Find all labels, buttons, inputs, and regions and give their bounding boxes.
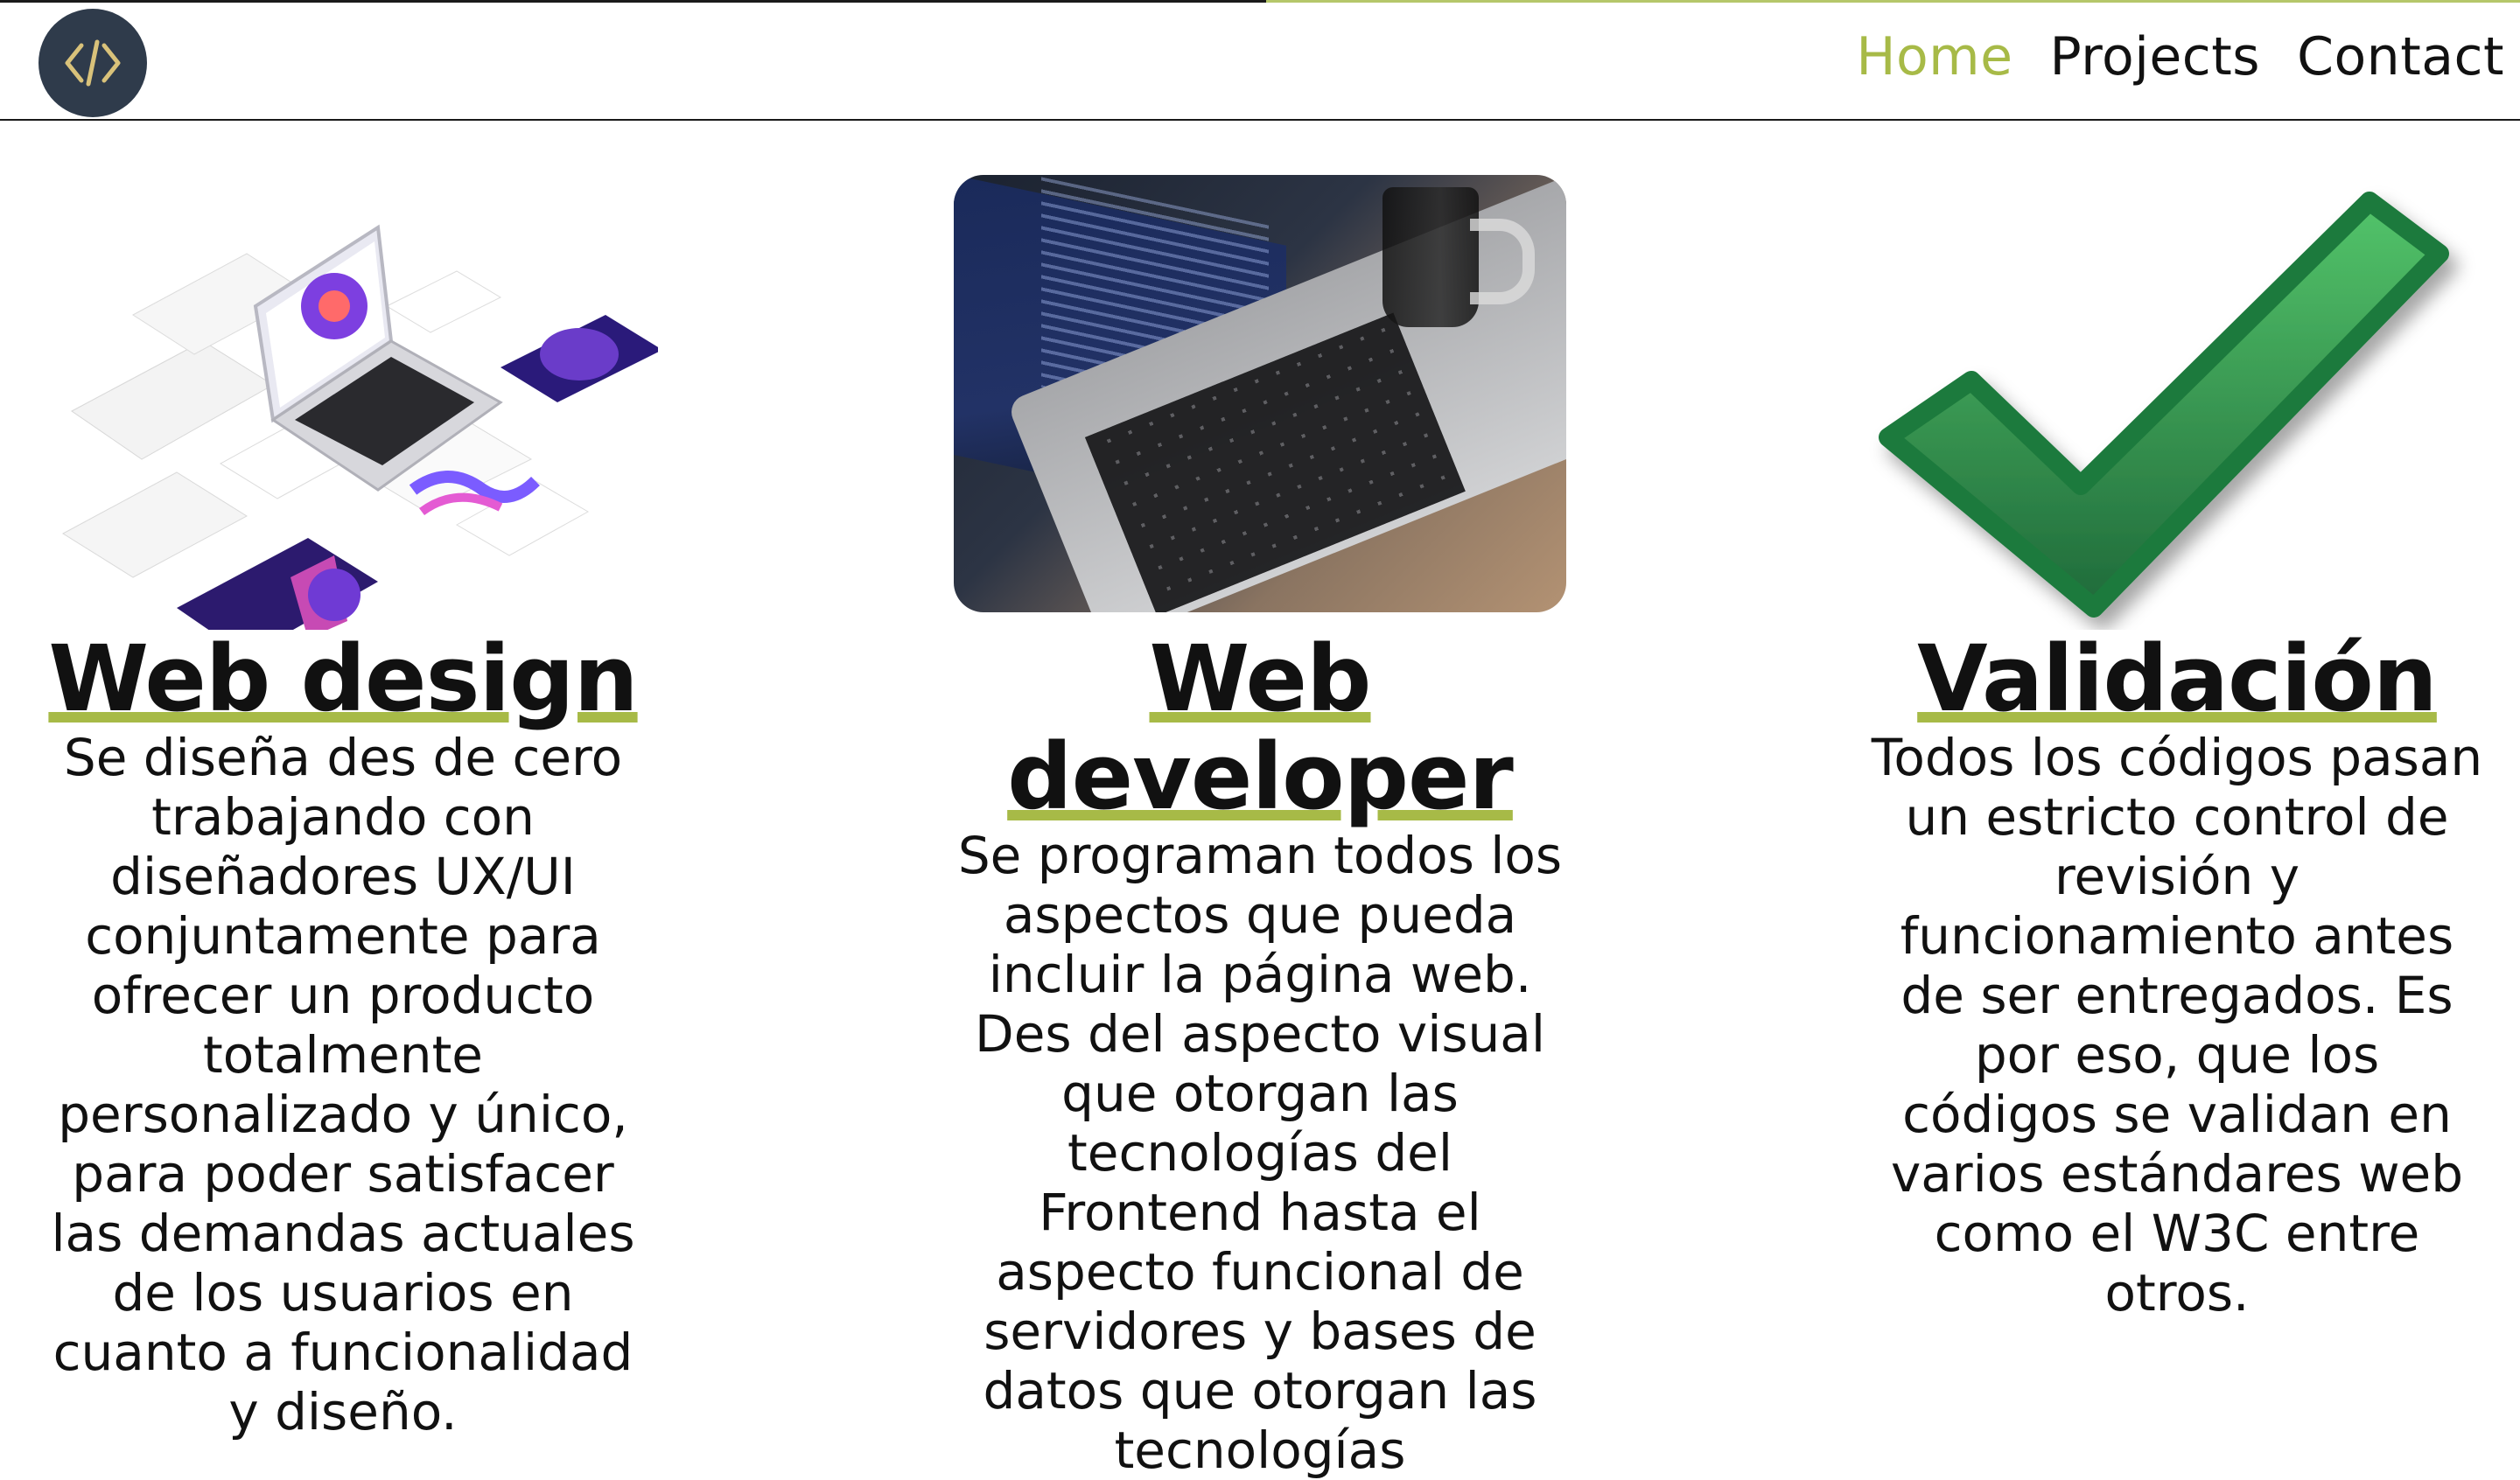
- section-description: Se diseña des de cero trabajando con dis…: [51, 728, 635, 1442]
- main-nav: Home Projects Contact: [1856, 26, 2504, 87]
- laptop-code-photo: [945, 175, 1575, 630]
- section-description: Todos los códigos pasan un estricto cont…: [1871, 728, 2483, 1323]
- section-title: Web design: [48, 625, 638, 732]
- web-design-mockups-illustration: [28, 175, 658, 630]
- nav-contact-link[interactable]: Contact: [2297, 26, 2504, 87]
- green-checkmark-icon: [1862, 175, 2492, 630]
- nav-projects-link[interactable]: Projects: [2050, 26, 2261, 87]
- section-description: Se programan todos los aspectos que pued…: [957, 826, 1563, 1480]
- code-brackets-icon[interactable]: [38, 9, 147, 117]
- service-web-design: Web design Se diseña des de cero trabaja…: [28, 175, 658, 1442]
- header-top-accent-border: [1266, 0, 2520, 3]
- section-title: Validación: [1917, 625, 2438, 732]
- site-header: Home Projects Contact: [0, 0, 2520, 121]
- header-top-border: [0, 0, 1266, 3]
- section-title: Web developer: [1007, 625, 1514, 830]
- nav-home-link[interactable]: Home: [1856, 26, 2012, 87]
- service-web-developer: Web developer Se programan todos los asp…: [945, 175, 1575, 1480]
- service-validation: Validación Todos los códigos pasan un es…: [1862, 175, 2492, 1323]
